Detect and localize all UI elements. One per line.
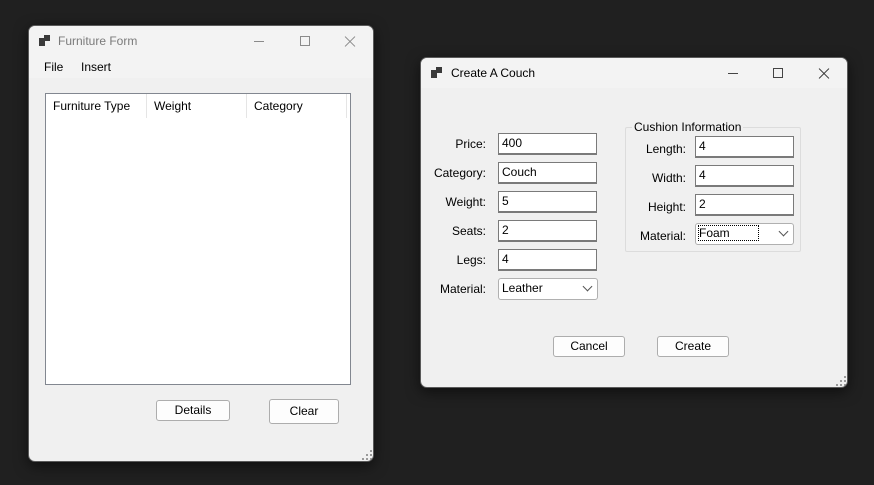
cushion-height-field[interactable]: 2: [695, 194, 794, 216]
column-header-weight[interactable]: Weight: [147, 94, 247, 118]
furniture-form-window: Furniture Form File Insert Furniture Typ…: [28, 25, 374, 462]
minimize-button[interactable]: [711, 58, 757, 88]
cushion-material-label: Material:: [639, 229, 686, 243]
window-title: Create A Couch: [451, 66, 536, 80]
create-couch-titlebar[interactable]: Create A Couch: [421, 58, 847, 88]
material-select-value: Leather: [502, 281, 543, 295]
column-header-furniture-type[interactable]: Furniture Type: [46, 94, 147, 118]
maximize-icon: [773, 68, 783, 78]
minimize-icon: [728, 73, 738, 74]
chevron-down-icon: [582, 281, 593, 292]
material-select[interactable]: Leather: [498, 278, 598, 300]
chevron-down-icon: [778, 226, 789, 237]
category-field[interactable]: Couch: [498, 162, 597, 184]
create-button[interactable]: Create: [657, 336, 729, 357]
category-label: Category:: [433, 166, 486, 180]
details-button[interactable]: Details: [156, 400, 230, 421]
legs-label: Legs:: [456, 253, 486, 267]
maximize-button[interactable]: [756, 58, 802, 88]
app-window-icon: [39, 35, 50, 46]
cushion-info-group: Cushion Information Length: 4 Width: 4 H…: [625, 120, 801, 252]
price-label: Price:: [455, 137, 486, 151]
clear-button[interactable]: Clear: [269, 399, 339, 424]
close-button[interactable]: [801, 58, 847, 88]
maximize-button[interactable]: [283, 26, 329, 56]
cushion-material-select[interactable]: Foam: [695, 223, 794, 245]
list-header: Furniture Type Weight Category: [46, 94, 350, 118]
menu-file[interactable]: File: [44, 60, 63, 74]
cancel-button[interactable]: Cancel: [553, 336, 625, 357]
cushion-material-value: Foam: [698, 225, 759, 241]
menu-insert[interactable]: Insert: [81, 60, 111, 74]
resize-grip[interactable]: [362, 450, 372, 460]
furniture-list[interactable]: Furniture Type Weight Category: [45, 93, 351, 385]
cushion-height-label: Height:: [647, 200, 686, 214]
furniture-form-titlebar[interactable]: Furniture Form: [29, 26, 373, 56]
seats-field[interactable]: 2: [498, 220, 597, 242]
price-field[interactable]: 400: [498, 133, 597, 155]
minimize-icon: [254, 41, 264, 42]
maximize-icon: [300, 36, 310, 46]
column-header-category[interactable]: Category: [247, 94, 347, 118]
seats-label: Seats:: [451, 224, 486, 238]
cushion-width-field[interactable]: 4: [695, 165, 794, 187]
cushion-length-field[interactable]: 4: [695, 136, 794, 158]
cushion-info-title: Cushion Information: [632, 120, 744, 134]
create-couch-window: Create A Couch Price: 400 Category: Couc…: [420, 57, 848, 388]
weight-field[interactable]: 5: [498, 191, 597, 213]
close-button[interactable]: [327, 26, 373, 56]
weight-label: Weight:: [445, 195, 486, 209]
menu-bar: File Insert: [29, 56, 373, 78]
minimize-button[interactable]: [237, 26, 283, 56]
cushion-length-label: Length:: [645, 142, 686, 156]
legs-field[interactable]: 4: [498, 249, 597, 271]
app-window-icon: [431, 67, 442, 78]
window-title: Furniture Form: [58, 34, 138, 48]
cushion-width-label: Width:: [651, 171, 686, 185]
material-label: Material:: [439, 282, 486, 296]
resize-grip[interactable]: [836, 376, 846, 386]
